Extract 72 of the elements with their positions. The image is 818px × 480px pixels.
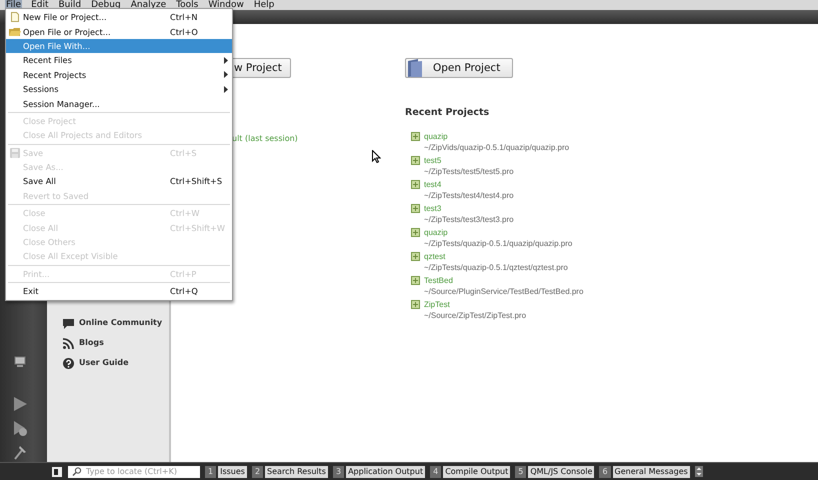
project-path: ~/ZipTests/test4/test4.pro: [424, 190, 515, 201]
output-pane-tab[interactable]: Application Output: [346, 466, 426, 478]
open-project-button[interactable]: Open Project: [405, 58, 514, 78]
sidebar-toggle-icon[interactable]: [52, 466, 62, 476]
project-icon: [411, 132, 420, 141]
tab-number: 6: [599, 466, 611, 478]
project-link[interactable]: ZipTest: [424, 299, 450, 310]
project-icon: [411, 300, 420, 309]
menu-entry[interactable]: Save All Ctrl+Shift+S: [6, 174, 232, 189]
file-icon: [10, 12, 18, 22]
menu-entry[interactable]: Recent Projects: [6, 68, 232, 82]
welcome-link[interactable]: Blogs: [79, 337, 104, 349]
section-heading: Recent Projects: [405, 107, 490, 118]
output-pane-tab[interactable]: QML/JS Console: [528, 466, 594, 478]
output-pane-tab[interactable]: Issues: [218, 466, 247, 478]
menu-item[interactable]: Analyze: [130, 0, 168, 10]
project-icon: [411, 252, 420, 261]
project-icon: [411, 276, 420, 285]
debug-play-icon[interactable]: [12, 420, 28, 436]
menu-entry[interactable]: Recent Files: [6, 53, 232, 68]
play-icon[interactable]: [12, 396, 28, 412]
menu-item[interactable]: Window: [207, 0, 245, 10]
output-pane-tab[interactable]: Search Results: [265, 466, 328, 478]
project-link[interactable]: quazip: [424, 131, 448, 142]
menu-entry[interactable]: Exit Ctrl+Q: [6, 284, 232, 298]
hammer-icon[interactable]: [12, 444, 28, 460]
project-icon: [411, 180, 420, 189]
project-link[interactable]: test4: [424, 179, 442, 190]
menu-item[interactable]: Tools: [175, 0, 200, 10]
output-pane-tab[interactable]: Compile Output: [443, 466, 510, 478]
project-path: ~/ZipTests/quazip-0.5.1/qztest/qztest.pro: [424, 262, 569, 273]
output-pane-tab[interactable]: General Messages: [612, 466, 690, 478]
tab-number: 4: [430, 466, 442, 478]
project-icon: [411, 204, 420, 213]
project-path: ~/Source/ZipTest/ZipTest.pro: [424, 310, 528, 321]
help-icon: [63, 358, 74, 368]
menu-entry[interactable]: Open File or Project... Ctrl+O: [6, 24, 232, 39]
project-path: ~/ZipTests/test5/test5.pro: [424, 166, 515, 177]
menu-item[interactable]: Help: [252, 0, 276, 10]
up-down-arrows-icon[interactable]: [694, 466, 703, 477]
tab-number: 2: [252, 466, 264, 478]
project-link[interactable]: test5: [424, 155, 442, 166]
monitor-icon[interactable]: [14, 356, 26, 368]
menu-item[interactable]: Debug: [90, 0, 122, 10]
locator-field[interactable]: Type to locate (Ctrl+K): [68, 466, 200, 478]
tab-number: 1: [205, 466, 216, 478]
project-link[interactable]: TestBed: [424, 275, 453, 286]
tab-number: 3: [332, 466, 344, 478]
project-link[interactable]: qztest: [424, 251, 446, 262]
project-icon: [411, 228, 420, 237]
welcome-link[interactable]: Online Community: [79, 317, 162, 329]
folder-icon: [8, 26, 20, 37]
folder-icon: [407, 58, 423, 78]
project-link[interactable]: quazip: [424, 227, 448, 238]
search-icon: [72, 467, 83, 476]
menu-entry[interactable]: Sessions: [6, 82, 232, 96]
mouse-cursor-icon: [372, 150, 381, 163]
project-link[interactable]: test3: [424, 203, 442, 214]
new-project-button[interactable]: w Project: [232, 58, 291, 78]
project-path: ~/Source/PluginService/TestBed/TestBed.pro: [424, 286, 584, 297]
rss-icon: [63, 338, 74, 348]
speech-bubble-icon: [63, 318, 74, 328]
menu-item[interactable]: Build: [58, 0, 82, 10]
project-path: ~/ZipTests/test3/test3.pro: [424, 214, 515, 225]
menu-entry[interactable]: Open File With...: [6, 38, 232, 54]
menu-entry[interactable]: Session Manager...: [6, 96, 232, 111]
welcome-link[interactable]: User Guide: [79, 357, 129, 369]
menu-item[interactable]: Edit: [30, 0, 50, 10]
project-path: ~/ZipVids/quazip-0.5.1/quazip/quazip.pro: [424, 142, 570, 153]
project-path: ~/ZipTests/quazip-0.5.1/quazip/quazip.pro: [424, 238, 574, 249]
project-icon: [411, 156, 420, 165]
tab-number: 5: [515, 466, 526, 478]
